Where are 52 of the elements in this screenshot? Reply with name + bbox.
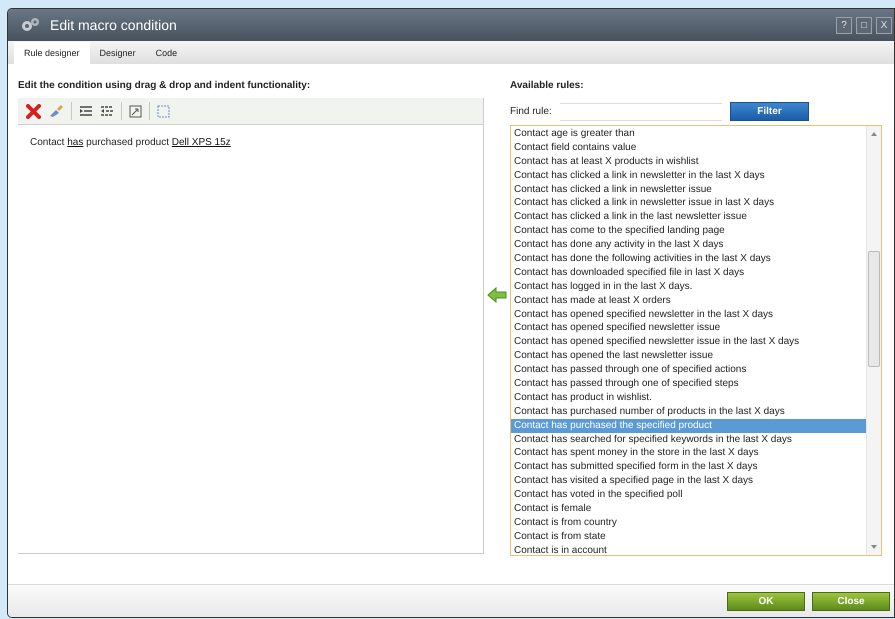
rule-item[interactable]: Contact has at least X products in wishlist <box>511 154 866 169</box>
rule-item[interactable]: Contact has submitted specified form in the last X days <box>511 460 866 474</box>
rule-item[interactable]: Contact has voted in the specified poll <box>511 488 866 502</box>
scroll-up-icon[interactable] <box>871 132 877 136</box>
rule-item[interactable]: Contact has purchased number of products in the last X days <box>511 404 866 419</box>
left-arrow-icon[interactable] <box>487 287 507 303</box>
rule-item[interactable]: Contact has opened specified newsletter issue in the last X days <box>511 335 866 350</box>
find-rule-label: Find rule: <box>510 106 553 117</box>
rule-item[interactable]: Contact has opened specified newsletter issue <box>511 321 866 336</box>
window-control-button[interactable]: ? <box>836 16 852 34</box>
tab[interactable]: Designer <box>90 42 146 64</box>
rules-heading: Available rules: <box>510 80 585 93</box>
window-title: Edit macro condition <box>50 17 177 33</box>
rule-item[interactable]: Contact has visited a specified page in the last X days <box>511 474 866 488</box>
rule-item[interactable]: Contact has logged in in the last X days. <box>511 280 866 294</box>
rule-item[interactable]: Contact has opened specified newsletter in the last X days <box>511 308 866 322</box>
rule-item[interactable]: Contact has clicked a link in the last newsletter issue <box>511 210 866 224</box>
product-link[interactable]: Dell XPS 15z <box>172 137 231 148</box>
tab[interactable]: Code <box>146 42 188 64</box>
window-control-button[interactable]: X <box>876 16 892 34</box>
filter-button[interactable]: Filter <box>730 102 809 121</box>
rule-item[interactable]: Contact is from country <box>511 516 866 530</box>
rule-item[interactable]: Contact is from state <box>511 530 866 544</box>
operator-link[interactable]: has <box>67 137 84 148</box>
rule-item[interactable]: Contact has spent money in the store in the last X days <box>511 446 866 460</box>
rule-item[interactable]: Contact has clicked a link in newsletter issue <box>511 182 866 196</box>
editor-heading: Edit the condition using drag & drop and indent functionality: <box>18 80 312 93</box>
rule-item[interactable]: Contact has clicked a link in newsletter issue in last X days <box>511 196 866 210</box>
tab[interactable]: Rule designer <box>14 42 90 64</box>
window-control-button[interactable]: □ <box>856 16 872 34</box>
condition-text: Contact has purchased product Dell XPS 15z <box>29 136 232 148</box>
rule-item[interactable]: Contact has made at least X orders <box>511 294 866 308</box>
rule-item[interactable]: Contact has passed through one of specified steps <box>511 377 866 391</box>
rule-item[interactable]: Contact has opened the last newsletter issue <box>511 349 866 364</box>
rule-item[interactable]: Contact has done the following activities in the last X days <box>511 252 866 266</box>
rule-item[interactable]: Contact has done any activity in the last X days <box>511 238 866 252</box>
rule-item[interactable]: Contact age is greater than <box>511 127 866 141</box>
brush-icon[interactable] <box>48 104 64 118</box>
rule-item[interactable]: Contact has clicked a link in newsletter in the last X days <box>511 168 866 183</box>
rule-item[interactable]: Contact has product in wishlist. <box>511 390 866 405</box>
rule-item[interactable]: Contact is female <box>511 502 866 516</box>
rule-item[interactable]: Contact has searched for specified keywords in the last X days <box>511 432 866 446</box>
scroll-down-icon[interactable] <box>871 545 877 549</box>
rule-item[interactable]: Contact has come to the specified landing page <box>511 224 866 238</box>
scrollbar[interactable] <box>866 126 881 555</box>
rule-item[interactable]: Contact field contains value <box>511 140 866 155</box>
rule-item[interactable]: Contact has passed through one of specified actions <box>511 363 866 378</box>
scroll-thumb[interactable] <box>868 251 880 367</box>
rule-item[interactable]: Contact has downloaded specified file in last X days <box>511 266 866 280</box>
gears-icon <box>20 16 42 34</box>
rule-item[interactable]: Contact is in account <box>511 544 866 555</box>
delete-icon[interactable] <box>26 104 41 118</box>
